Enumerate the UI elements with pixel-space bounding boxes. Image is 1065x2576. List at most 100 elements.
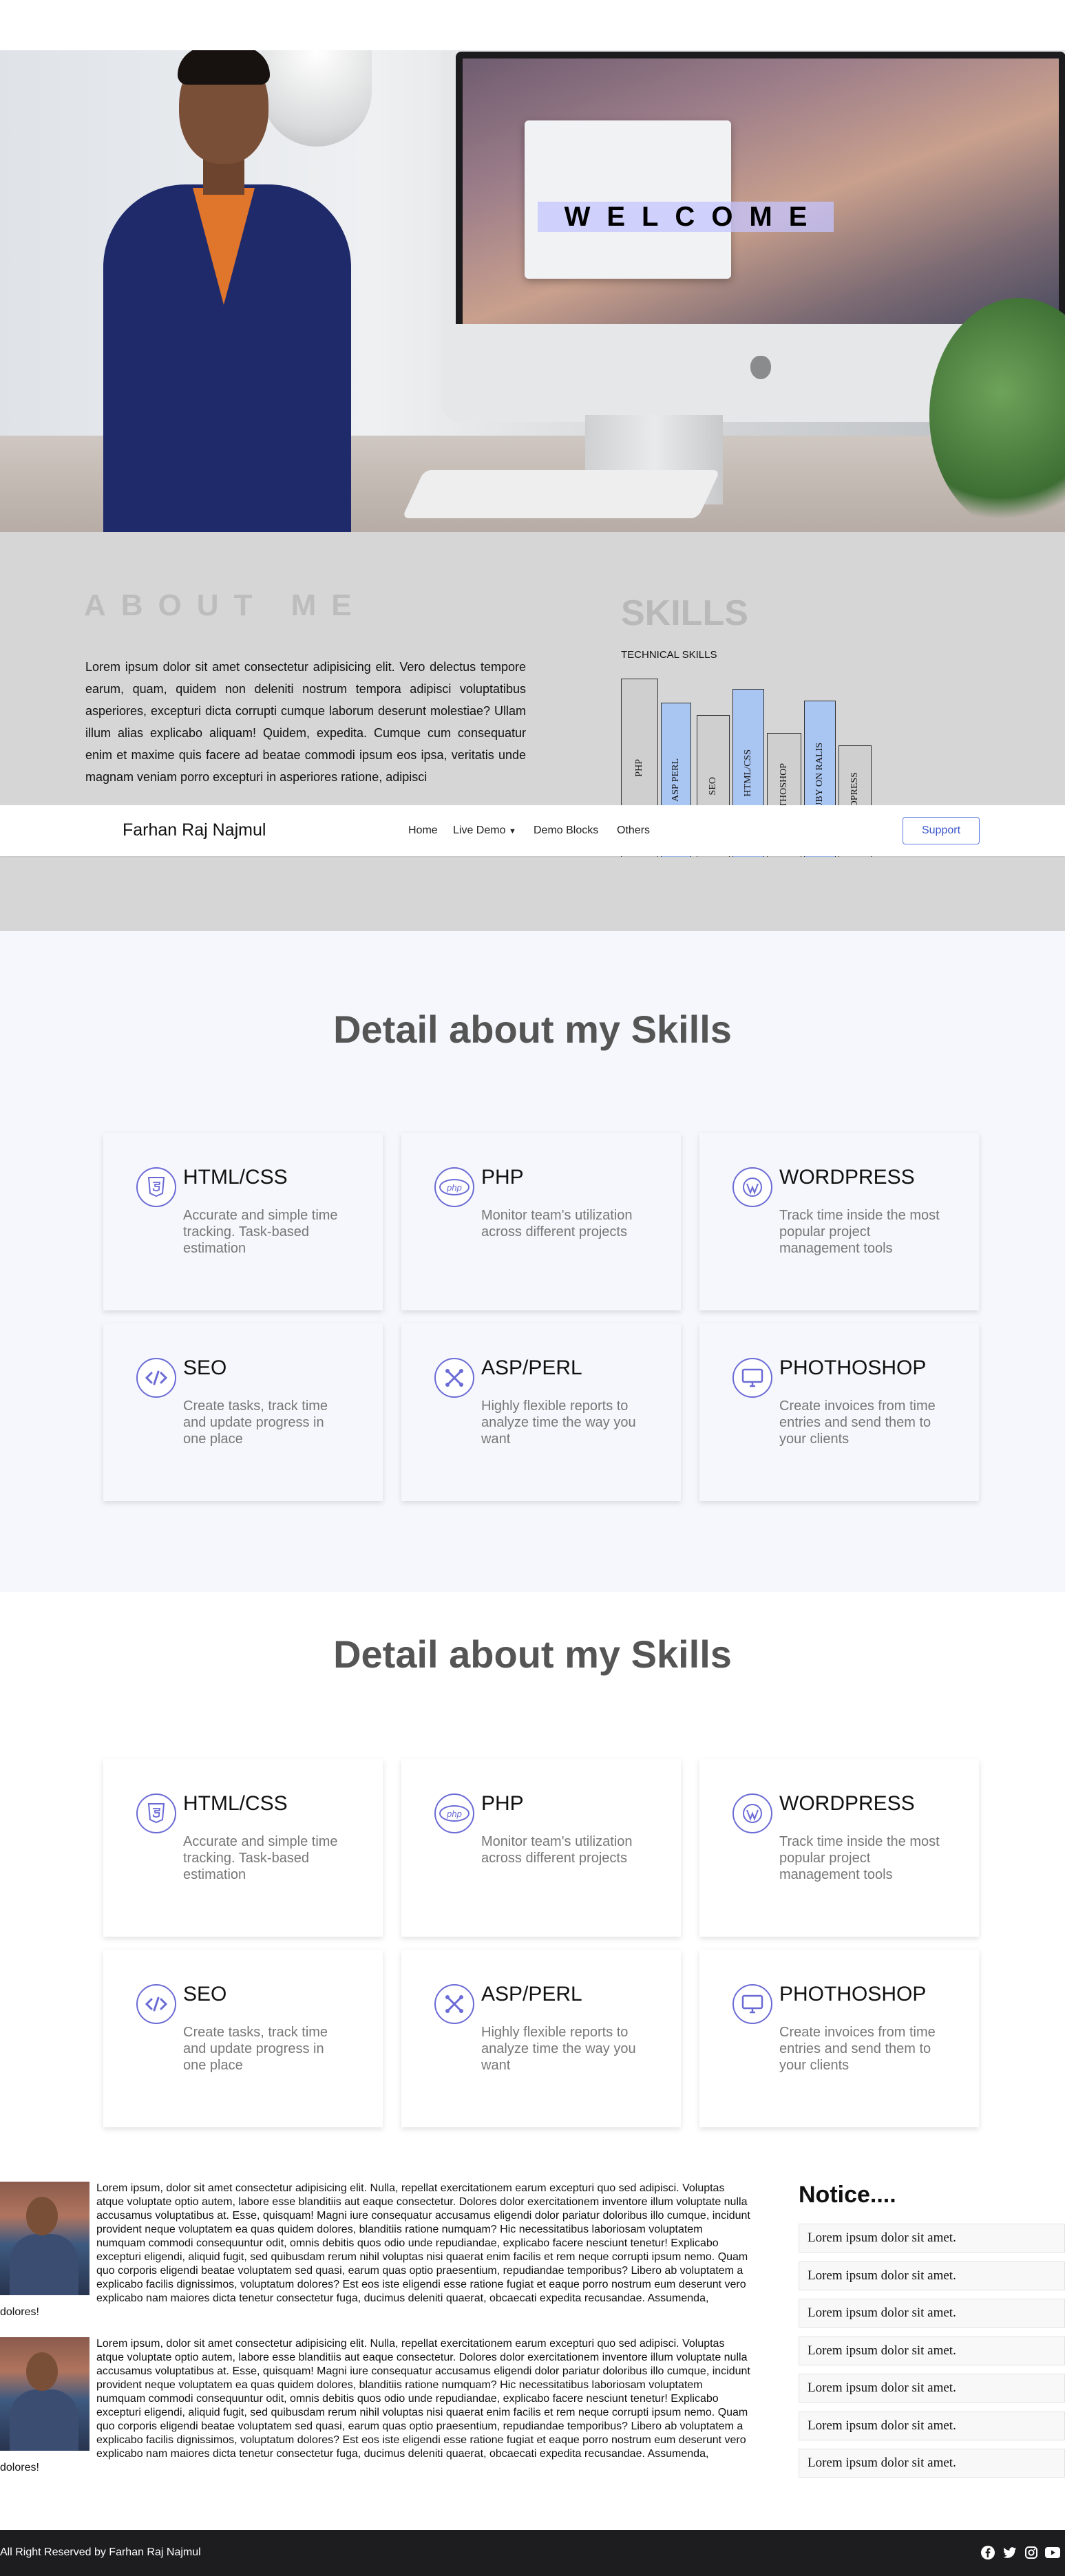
- monitor-icon: [732, 1984, 772, 2024]
- skill-card-title: SEO: [183, 1983, 227, 2005]
- skill-card: php PHP Monitor team's utilization across…: [401, 1133, 681, 1310]
- post-thumbnail: [0, 2337, 89, 2451]
- skill-card: HTML/CSS Accurate and simple time trackin…: [103, 1759, 383, 1937]
- facebook-icon[interactable]: [980, 2545, 995, 2560]
- skill-card-text: Monitor team's utilization across differ…: [481, 1208, 633, 1239]
- skill-card-text: Highly flexible reports to analyze time …: [481, 2025, 636, 2073]
- notice-title: Notice....: [799, 2182, 896, 2208]
- keyboard: [401, 470, 721, 518]
- post-text: Lorem ipsum, dolor sit amet consectetur …: [0, 2338, 750, 2473]
- skill-card: WORDPRESS Track time inside the most popu…: [699, 1133, 979, 1310]
- brand-name[interactable]: Farhan Raj Najmul: [123, 820, 266, 840]
- hair: [178, 50, 270, 85]
- skill-card-text: Highly flexible reports to analyze time …: [481, 1398, 636, 1447]
- notice-item[interactable]: Lorem ipsum dolor sit amet.: [799, 2374, 1065, 2403]
- post-thumbnail: [0, 2182, 89, 2295]
- nav-live-demo[interactable]: Live Demo ▼: [453, 824, 516, 837]
- about-text: Lorem ipsum dolor sit amet consectetur a…: [85, 660, 526, 784]
- skill-card-text: Create invoices from time entries and se…: [779, 2025, 936, 2073]
- about-title: ABOUT ME: [84, 588, 367, 622]
- joomla-icon: [434, 1358, 474, 1398]
- nav-demo-blocks[interactable]: Demo Blocks: [534, 824, 598, 837]
- nav-others[interactable]: Others: [617, 824, 650, 837]
- screen-window: [525, 120, 731, 279]
- monitor-icon: [732, 1358, 772, 1398]
- support-button[interactable]: Support: [903, 817, 980, 844]
- notice-item[interactable]: Lorem ipsum dolor sit amet.: [799, 2299, 1065, 2328]
- about-bottom-band: [0, 857, 1065, 931]
- skill-card-text: Accurate and simple time tracking. Task-…: [183, 1208, 338, 1256]
- monitor-screen: [463, 58, 1059, 324]
- skill-card-title: ASP/PERL: [481, 1983, 582, 2005]
- skill-card: WORDPRESS Track time inside the most popu…: [699, 1759, 979, 1937]
- skill-card: HTML/CSS Accurate and simple time trackin…: [103, 1133, 383, 1310]
- skill-card-title: ASP/PERL: [481, 1356, 582, 1379]
- notice-item[interactable]: Lorem ipsum dolor sit amet.: [799, 2411, 1065, 2440]
- skill-card: PHOTHOSHOP Create invoices from time ent…: [699, 1950, 979, 2127]
- skill-card-text: Create invoices from time entries and se…: [779, 1398, 936, 1447]
- skill-card: ASP/PERL Highly flexible reports to analy…: [401, 1323, 681, 1501]
- php-icon: php: [434, 1793, 474, 1833]
- notice-item[interactable]: Lorem ipsum dolor sit amet.: [799, 2224, 1065, 2253]
- about-section: ABOUT ME Lorem ipsum dolor sit amet cons…: [0, 532, 1065, 931]
- skill-book-label: SEO: [708, 777, 718, 796]
- skill-card-text: Monitor team's utilization across differ…: [481, 1834, 633, 1866]
- skill-card-text: Accurate and simple time tracking. Task-…: [183, 1834, 338, 1882]
- skills-section-1: Detail about my Skills HTML/CSS Accurate …: [0, 931, 1065, 1592]
- php-icon: php: [434, 1167, 474, 1207]
- html5-icon: [136, 1793, 176, 1833]
- skill-card: ASP/PERL Highly flexible reports to analy…: [401, 1950, 681, 2127]
- skill-card: SEO Create tasks, track time and update …: [103, 1323, 383, 1501]
- skills-section-2: Detail about my Skills HTML/CSS Accurate …: [0, 1592, 1065, 2149]
- footer: All Right Reserved by Farhan Raj Najmul: [0, 2530, 1065, 2576]
- skill-card-text: Create tasks, track time and update prog…: [183, 2025, 328, 2073]
- skill-book-label: ASP PERL: [671, 758, 681, 802]
- person-photo: [89, 50, 379, 532]
- post-item: Lorem ipsum, dolor sit amet consectetur …: [0, 2337, 750, 2475]
- instagram-icon[interactable]: [1024, 2545, 1039, 2560]
- post-text: Lorem ipsum, dolor sit amet consectetur …: [0, 2182, 750, 2318]
- svg-text:php: php: [446, 1182, 462, 1193]
- html5-icon: [136, 1167, 176, 1207]
- nav-live-demo-label: Live Demo: [453, 824, 506, 836]
- notice-item[interactable]: Lorem ipsum dolor sit amet.: [799, 2261, 1065, 2290]
- caret-down-icon: ▼: [508, 827, 516, 835]
- notice-item[interactable]: Lorem ipsum dolor sit amet.: [799, 2449, 1065, 2478]
- skill-card-text: Track time inside the most popular proje…: [779, 1208, 940, 1256]
- code-icon: [136, 1984, 176, 2024]
- skill-card-title: HTML/CSS: [183, 1792, 288, 1815]
- svg-text:php: php: [446, 1809, 462, 1819]
- skill-card: PHOTHOSHOP Create invoices from time ent…: [699, 1323, 979, 1501]
- nav-home[interactable]: Home: [408, 824, 438, 837]
- skills-section-title: Detail about my Skills: [333, 1632, 732, 1676]
- skill-card: SEO Create tasks, track time and update …: [103, 1950, 383, 2127]
- copyright-text: All Right Reserved by Farhan Raj Najmul: [0, 2546, 201, 2558]
- wordpress-icon: [732, 1793, 772, 1833]
- welcome-heading: WELCOME: [538, 202, 834, 232]
- skill-card-title: HTML/CSS: [183, 1166, 288, 1189]
- code-icon: [136, 1358, 176, 1398]
- twitter-icon[interactable]: [1002, 2545, 1017, 2560]
- skills-chart-title: SKILLS: [621, 593, 748, 633]
- notice-item[interactable]: Lorem ipsum dolor sit amet.: [799, 2336, 1065, 2365]
- skill-card-text: Create tasks, track time and update prog…: [183, 1398, 328, 1447]
- skill-card-text: Track time inside the most popular proje…: [779, 1834, 940, 1882]
- skill-book-label: HTML/CSS: [743, 749, 753, 797]
- skill-card-title: SEO: [183, 1356, 227, 1379]
- skills-section-title: Detail about my Skills: [333, 1008, 732, 1051]
- skill-card-title: WORDPRESS: [779, 1792, 915, 1815]
- skill-card-title: PHP: [481, 1166, 524, 1189]
- skill-book-label: PHP: [634, 759, 644, 777]
- skill-card-title: PHOTHOSHOP: [779, 1356, 927, 1379]
- skill-card-title: PHOTHOSHOP: [779, 1983, 927, 2005]
- skill-card-title: PHP: [481, 1792, 524, 1815]
- skill-card: php PHP Monitor team's utilization across…: [401, 1759, 681, 1937]
- apple-logo-icon: [750, 356, 771, 379]
- navbar: Farhan Raj Najmul Home Live Demo ▼ Demo …: [0, 805, 1065, 856]
- post-item: Lorem ipsum, dolor sit amet consectetur …: [0, 2182, 750, 2319]
- skill-card-title: WORDPRESS: [779, 1166, 915, 1189]
- technical-skills-label: TECHNICAL SKILLS: [621, 649, 717, 661]
- joomla-icon: [434, 1984, 474, 2024]
- youtube-icon[interactable]: [1045, 2545, 1060, 2560]
- hero-banner: WELCOME: [0, 50, 1065, 532]
